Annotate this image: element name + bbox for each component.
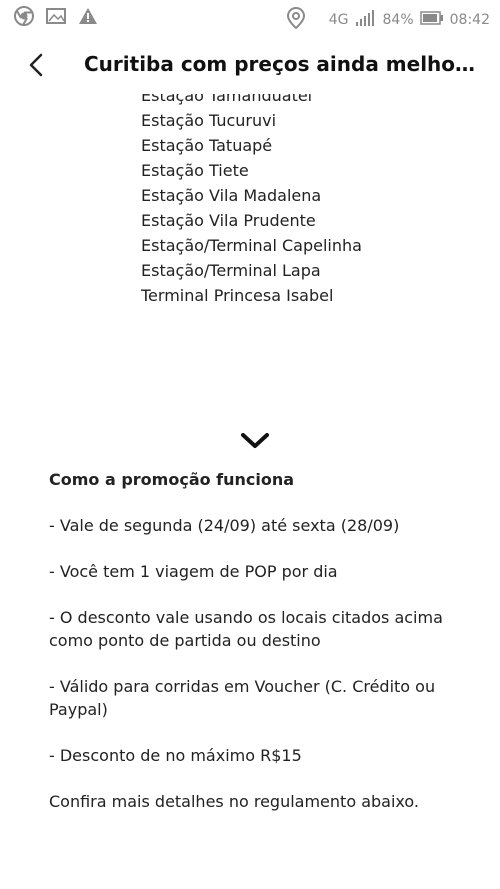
list-item: Estação/Terminal Capelinha xyxy=(141,236,362,255)
promo-item: - Vale de segunda (24/09) até sexta (28/… xyxy=(49,516,400,535)
promo-heading: Como a promoção funciona xyxy=(49,470,295,489)
promo-item: - Desconto de no máximo R$15 xyxy=(49,746,302,765)
warning-icon xyxy=(78,7,98,29)
battery-percent: 84% xyxy=(382,12,414,28)
status-bar: 4G 84% 08:42 xyxy=(0,0,500,34)
clock: 08:42 xyxy=(449,12,490,28)
chevron-down-icon xyxy=(241,433,269,448)
expand-button[interactable] xyxy=(240,432,270,450)
promo-item: - Válido para corridas em Voucher (C. Cr… xyxy=(49,677,436,719)
promo-footer: Confira mais detalhes no regulamento aba… xyxy=(49,792,419,811)
chrome-icon xyxy=(14,6,34,30)
list-item: Estação Vila Prudente xyxy=(141,211,316,230)
list-item: Terminal Princesa Isabel xyxy=(141,286,334,305)
signal-icon xyxy=(355,10,377,30)
app-bar: Curitiba com preços ainda melho… xyxy=(0,34,500,94)
battery-icon xyxy=(419,11,444,29)
list-item: Estação Tiete xyxy=(141,161,249,180)
list-item: Estação Tatuapé xyxy=(141,136,273,155)
list-item: Estação/Terminal Lapa xyxy=(141,261,321,280)
image-icon xyxy=(46,7,66,29)
station-list: Estação Tamanduateí Estação Tucuruvi Est… xyxy=(141,94,362,308)
list-item: Estação Tamanduateí xyxy=(141,94,313,105)
station-list-viewport: Estação Tamanduateí Estação Tucuruvi Est… xyxy=(0,94,500,394)
promo-item: - Você tem 1 viagem de POP por dia xyxy=(49,562,338,581)
network-type: 4G xyxy=(328,12,349,28)
list-item: Estação Tucuruvi xyxy=(141,111,277,130)
chevron-left-icon xyxy=(29,53,43,77)
location-icon xyxy=(286,6,305,33)
list-item: Estação Vila Madalena xyxy=(141,186,322,205)
page-title: Curitiba com preços ainda melho… xyxy=(84,52,476,76)
promo-item: - O desconto vale usando os locais citad… xyxy=(49,608,443,650)
back-button[interactable] xyxy=(22,50,52,80)
